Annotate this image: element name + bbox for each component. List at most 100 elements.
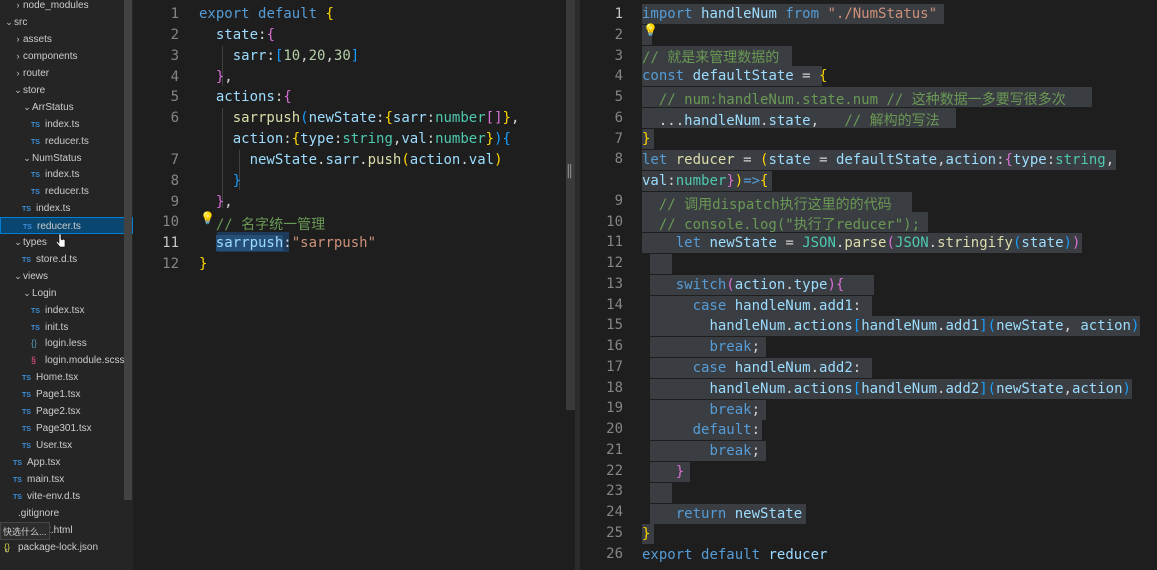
- tree-file[interactable]: TS Page1.tsx: [0, 386, 133, 403]
- line-number: 15: [606, 317, 623, 333]
- tree-folder[interactable]: ⌄ArrStatus: [0, 99, 133, 116]
- typescript-file-icon: TS: [22, 426, 31, 433]
- chevron-down-icon: ⌄: [14, 237, 22, 247]
- line-number: 6: [170, 110, 179, 126]
- lightbulb-icon[interactable]: 💡: [643, 23, 658, 37]
- tree-item-label: NumStatus: [32, 153, 82, 164]
- tree-folder[interactable]: › router: [0, 65, 133, 82]
- line-number: 4: [614, 68, 623, 84]
- typescript-file-icon: TS: [22, 206, 31, 213]
- tree-item-label: src: [14, 17, 28, 28]
- tree-file[interactable]: {} login.less: [0, 335, 133, 352]
- code-line-8: let reducer = (state = defaultState,acti…: [642, 152, 1115, 168]
- tree-file[interactable]: TS store.d.ts: [0, 251, 133, 268]
- tree-file[interactable]: TS main.tsx: [0, 471, 133, 488]
- typescript-file-icon: TS: [31, 139, 40, 146]
- tree-folder[interactable]: › node_modules: [0, 0, 133, 14]
- mouse-pointer-icon: [56, 234, 66, 248]
- code-line-7: }: [642, 131, 651, 147]
- editor-scrollbar[interactable]: [566, 0, 575, 410]
- tree-file[interactable]: TS Page2.tsx: [0, 403, 133, 420]
- tree-file[interactable]: .gitignore: [0, 505, 133, 522]
- tree-item-label: index.ts: [45, 169, 80, 180]
- line-number: 10: [606, 214, 623, 230]
- chevron-down-icon: ⌄: [23, 153, 31, 163]
- editor-left[interactable]: 1 2 3 4 5 6 7 8 9 10 11 12 💡 export default { state…: [133, 0, 575, 570]
- code-line-19: break;: [709, 402, 761, 418]
- line-number: 1: [170, 6, 179, 22]
- chevron-down-icon: ⌄: [23, 102, 31, 112]
- code-line-12: }: [199, 256, 208, 272]
- code-line-4: },: [215, 69, 233, 85]
- line-number: 10: [162, 214, 179, 230]
- tree-file[interactable]: TS reducer.ts: [0, 133, 133, 150]
- tree-file[interactable]: § login.module.scss: [0, 352, 133, 369]
- explorer-scrollbar[interactable]: [124, 0, 132, 500]
- line-number: 11: [162, 235, 179, 251]
- chevron-right-icon: ›: [16, 34, 20, 44]
- tree-folder[interactable]: ⌄NumStatus: [0, 150, 133, 167]
- tree-file[interactable]: TS Home.tsx: [0, 369, 133, 386]
- tree-item-label: login.module.scss: [45, 355, 125, 366]
- tree-file[interactable]: TS App.tsx: [0, 454, 133, 471]
- tree-file[interactable]: TS index.ts: [0, 200, 133, 217]
- line-number: 3: [614, 48, 623, 64]
- typescript-file-icon: TS: [22, 443, 31, 450]
- less-file-icon: {}: [31, 338, 38, 348]
- line-number: 9: [170, 194, 179, 210]
- code-line-21: break;: [709, 443, 761, 459]
- line-number: 2: [614, 27, 623, 43]
- tree-file[interactable]: TS reducer.ts: [0, 183, 133, 200]
- tree-file[interactable]: TS index.tsx: [0, 302, 133, 319]
- tree-item-label: components: [23, 51, 78, 62]
- tree-item-label: reducer.ts: [45, 186, 89, 197]
- chevron-down-icon: ⌄: [14, 271, 22, 281]
- code-line-9: },: [215, 194, 233, 210]
- line-number: 12: [162, 256, 179, 272]
- tree-file[interactable]: TS index.ts: [0, 166, 133, 183]
- code-line-26: export default reducer: [642, 547, 828, 563]
- line-number: 7: [614, 131, 623, 147]
- tree-folder[interactable]: › components: [0, 48, 133, 65]
- line-number: 13: [606, 276, 623, 292]
- tree-file[interactable]: TS User.tsx: [0, 437, 133, 454]
- tree-folder[interactable]: ⌄src: [0, 14, 133, 31]
- line-number: 5: [614, 89, 623, 105]
- tree-item-label: router: [23, 68, 50, 79]
- tree-file[interactable]: TS Page301.tsx: [0, 420, 133, 437]
- line-number: 7: [170, 152, 179, 168]
- code-line-22: }: [675, 464, 685, 480]
- tree-item-label: Page2.tsx: [36, 406, 81, 417]
- tree-file[interactable]: TS reducer.ts: [0, 217, 133, 234]
- tree-folder[interactable]: › assets: [0, 31, 133, 48]
- tree-file[interactable]: TS init.ts: [0, 319, 133, 336]
- tree-item-label: .gitignore: [18, 508, 60, 519]
- splitter-grip-icon[interactable]: ‖: [566, 163, 574, 179]
- line-number: 6: [614, 110, 623, 126]
- tree-folder[interactable]: ⌄types: [0, 234, 133, 251]
- tree-item-label: init.ts: [45, 322, 69, 333]
- line-number: 2: [170, 27, 179, 43]
- code-line-5: // num:handleNum.state.num // 这种数据一多要写很多…: [658, 92, 1066, 108]
- tree-item-label: reducer.ts: [37, 221, 81, 232]
- tree-folder[interactable]: ⌄Login: [0, 285, 133, 302]
- tree-folder[interactable]: ⌄views: [0, 268, 133, 285]
- editor-right[interactable]: 1 2 3 4 5 6 7 8 9 10 11 12 13 14 15 16 17 18 19 20 21 22 23 24 2…: [580, 0, 1157, 570]
- line-number: 16: [606, 338, 623, 354]
- typescript-file-icon: TS: [22, 375, 31, 382]
- chevron-right-icon: ›: [16, 68, 20, 78]
- typescript-file-icon: TS: [22, 257, 31, 264]
- tree-file[interactable]: TS vite-env.d.ts: [0, 488, 133, 505]
- line-number: 17: [606, 359, 623, 375]
- tree-item-label: store.d.ts: [36, 254, 78, 265]
- typescript-file-icon: TS: [22, 409, 31, 416]
- tree-folder[interactable]: ⌄store: [0, 82, 133, 99]
- line-number: 20: [606, 421, 623, 437]
- chevron-down-icon: ⌄: [23, 288, 31, 298]
- tree-file[interactable]: TS index.ts: [0, 116, 133, 133]
- tree-item-label: Page301.tsx: [36, 423, 92, 434]
- typescript-file-icon: TS: [13, 477, 22, 484]
- tree-item-label: store: [23, 85, 46, 96]
- tree-file[interactable]: {}package-lock.json: [0, 539, 133, 556]
- file-explorer: › node_modules ⌄src › assets › components › rout…: [0, 0, 133, 570]
